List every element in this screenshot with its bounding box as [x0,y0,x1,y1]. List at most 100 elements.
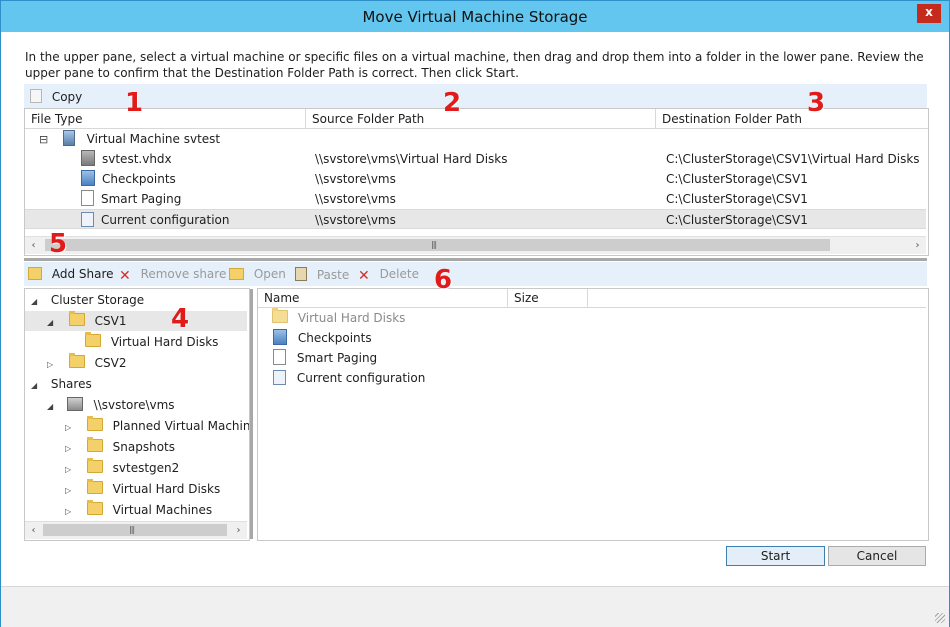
instructions-text: In the upper pane, select a virtual mach… [25,50,924,80]
tree-node-share-root[interactable]: ◢ \\svstore\vms [47,395,175,415]
list-item[interactable]: Smart Paging [273,348,377,368]
source-path: \\svstore\vms [315,213,396,227]
folder-icon [86,458,103,473]
window-title: Move Virtual Machine Storage [362,8,588,26]
cancel-button[interactable]: Cancel [828,546,926,566]
collapse-arrow-icon[interactable]: ◢ [47,397,57,417]
expand-arrow-icon[interactable]: ▷ [65,460,75,480]
vertical-splitter[interactable] [250,289,253,539]
destination-path: C:\ClusterStorage\CSV1\Virtual Hard Disk… [666,152,920,166]
tree-node-csv2[interactable]: ▷ CSV2 [47,353,127,373]
item-name: Smart Paging [296,351,378,365]
expand-arrow-icon[interactable]: ▷ [65,481,75,501]
expand-arrow-icon[interactable]: ▷ [47,355,57,375]
column-header-size[interactable]: Size [508,289,588,308]
vm-name: Virtual Machine svtest [86,132,221,146]
tree-label: Snapshots [112,440,176,454]
remove-share-label: Remove share [140,267,227,281]
horizontal-splitter[interactable] [24,258,927,261]
list-item[interactable]: Current configuration [273,368,425,388]
open-label: Open [253,267,286,281]
title-bar[interactable]: Move Virtual Machine Storage x [1,1,949,32]
vm-row[interactable]: ⊟ Virtual Machine svtest [39,129,919,149]
folder-tree-pane: ◢ Cluster Storage ◢ CSV1 Virtual Hard Di… [24,288,250,541]
column-header-file-type[interactable]: File Type [25,109,306,129]
column-header-destination-folder-path[interactable]: Destination Folder Path [656,109,928,129]
scroll-left-icon[interactable]: ‹ [25,522,42,539]
table-row[interactable]: svtest.vhdx \\svstore\vms\Virtual Hard D… [25,149,926,169]
start-button[interactable]: Start [726,546,825,566]
folder-icon [86,437,103,452]
copy-label: Copy [51,90,83,104]
scroll-left-icon[interactable]: ‹ [25,237,42,254]
tree-node-share-child[interactable]: ▷ Virtual Machines [65,500,212,520]
paste-button[interactable]: Paste [295,267,349,282]
copy-icon [30,89,42,103]
add-share-button[interactable]: Add Share [28,267,114,281]
scroll-thumb[interactable] [43,524,227,536]
tree-label: Planned Virtual Machines [112,419,250,433]
delete-label: Delete [379,267,419,281]
resize-grip-icon[interactable] [935,613,945,623]
callout-2: 2 [443,88,462,118]
table-row[interactable]: Checkpoints \\svstore\vms C:\ClusterStor… [25,169,926,189]
tree-node-share-child[interactable]: ▷ svtestgen2 [65,458,179,478]
scroll-right-icon[interactable]: › [909,237,926,254]
copy-button[interactable]: Copy [30,89,82,104]
list-item[interactable]: Checkpoints [273,328,372,348]
tree-label: \\svstore\vms [93,398,175,412]
tree-label: CSV2 [94,356,127,370]
tree-node-csv1[interactable]: ◢ CSV1 [25,311,247,331]
delete-button[interactable]: ✕ Delete [358,267,419,284]
upper-horizontal-scrollbar[interactable]: ‹ ||| › [25,236,926,254]
table-row[interactable]: Current configuration \\svstore\vms C:\C… [25,209,926,229]
tree-label: Virtual Hard Disks [112,482,221,496]
tree-horizontal-scrollbar[interactable]: ‹ ||| › [25,521,247,539]
source-pane: File Type Source Folder Path Destination… [24,108,929,256]
add-share-label: Add Share [51,267,114,281]
column-header-filler [588,289,926,308]
tree-node-share-child[interactable]: ▷ Snapshots [65,437,175,457]
file-type: Current configuration [101,213,230,227]
close-button[interactable]: x [917,4,941,23]
callout-1: 1 [125,88,144,118]
scroll-thumb[interactable] [45,239,830,251]
collapse-arrow-icon[interactable]: ◢ [31,376,41,396]
column-header-name[interactable]: Name [258,289,508,308]
expand-arrow-icon[interactable]: ▷ [65,502,75,522]
expand-arrow-icon[interactable]: ▷ [65,439,75,459]
folder-icon [68,311,85,326]
tree-node-share-child[interactable]: ▷ Virtual Hard Disks [65,479,220,499]
upper-toolbar: Copy [24,84,927,108]
scroll-right-icon[interactable]: › [230,522,247,539]
tree-node-share-child[interactable]: ▷ Planned Virtual Machines [65,416,250,438]
delete-icon: ✕ [358,268,370,284]
tree-node-shares[interactable]: ◢ Shares [31,374,92,394]
grip-icon: ||| [431,240,437,249]
folder-icon [68,353,85,368]
configuration-icon [81,212,94,227]
file-type: Smart Paging [101,192,182,206]
collapse-arrow-icon[interactable]: ◢ [47,313,57,333]
collapse-icon[interactable]: ⊟ [39,130,49,150]
table-row[interactable]: Smart Paging \\svstore\vms C:\ClusterSto… [25,189,926,209]
collapse-arrow-icon[interactable]: ◢ [31,292,41,312]
open-button[interactable]: Open [229,267,286,281]
tree-label: Cluster Storage [50,293,145,307]
column-header-source-folder-path[interactable]: Source Folder Path [306,109,656,129]
document-icon [81,190,94,206]
remove-share-button[interactable]: ✕ Remove share [119,267,227,284]
tree-node-virtual-hard-disks[interactable]: Virtual Hard Disks [85,332,218,352]
expand-arrow-icon[interactable]: ▷ [65,418,75,438]
network-share-icon [66,397,83,411]
item-name: Checkpoints [297,331,372,345]
file-type: svtest.vhdx [102,152,172,166]
tree-node-cluster-storage[interactable]: ◢ Cluster Storage [31,290,144,310]
grip-icon: ||| [129,525,135,534]
folder-icon [86,479,103,494]
destination-path: C:\ClusterStorage\CSV1 [666,192,808,206]
folder-icon [85,332,101,347]
add-share-icon [28,267,42,280]
list-item[interactable]: Virtual Hard Disks [272,308,405,328]
tree-label: CSV1 [94,314,127,328]
